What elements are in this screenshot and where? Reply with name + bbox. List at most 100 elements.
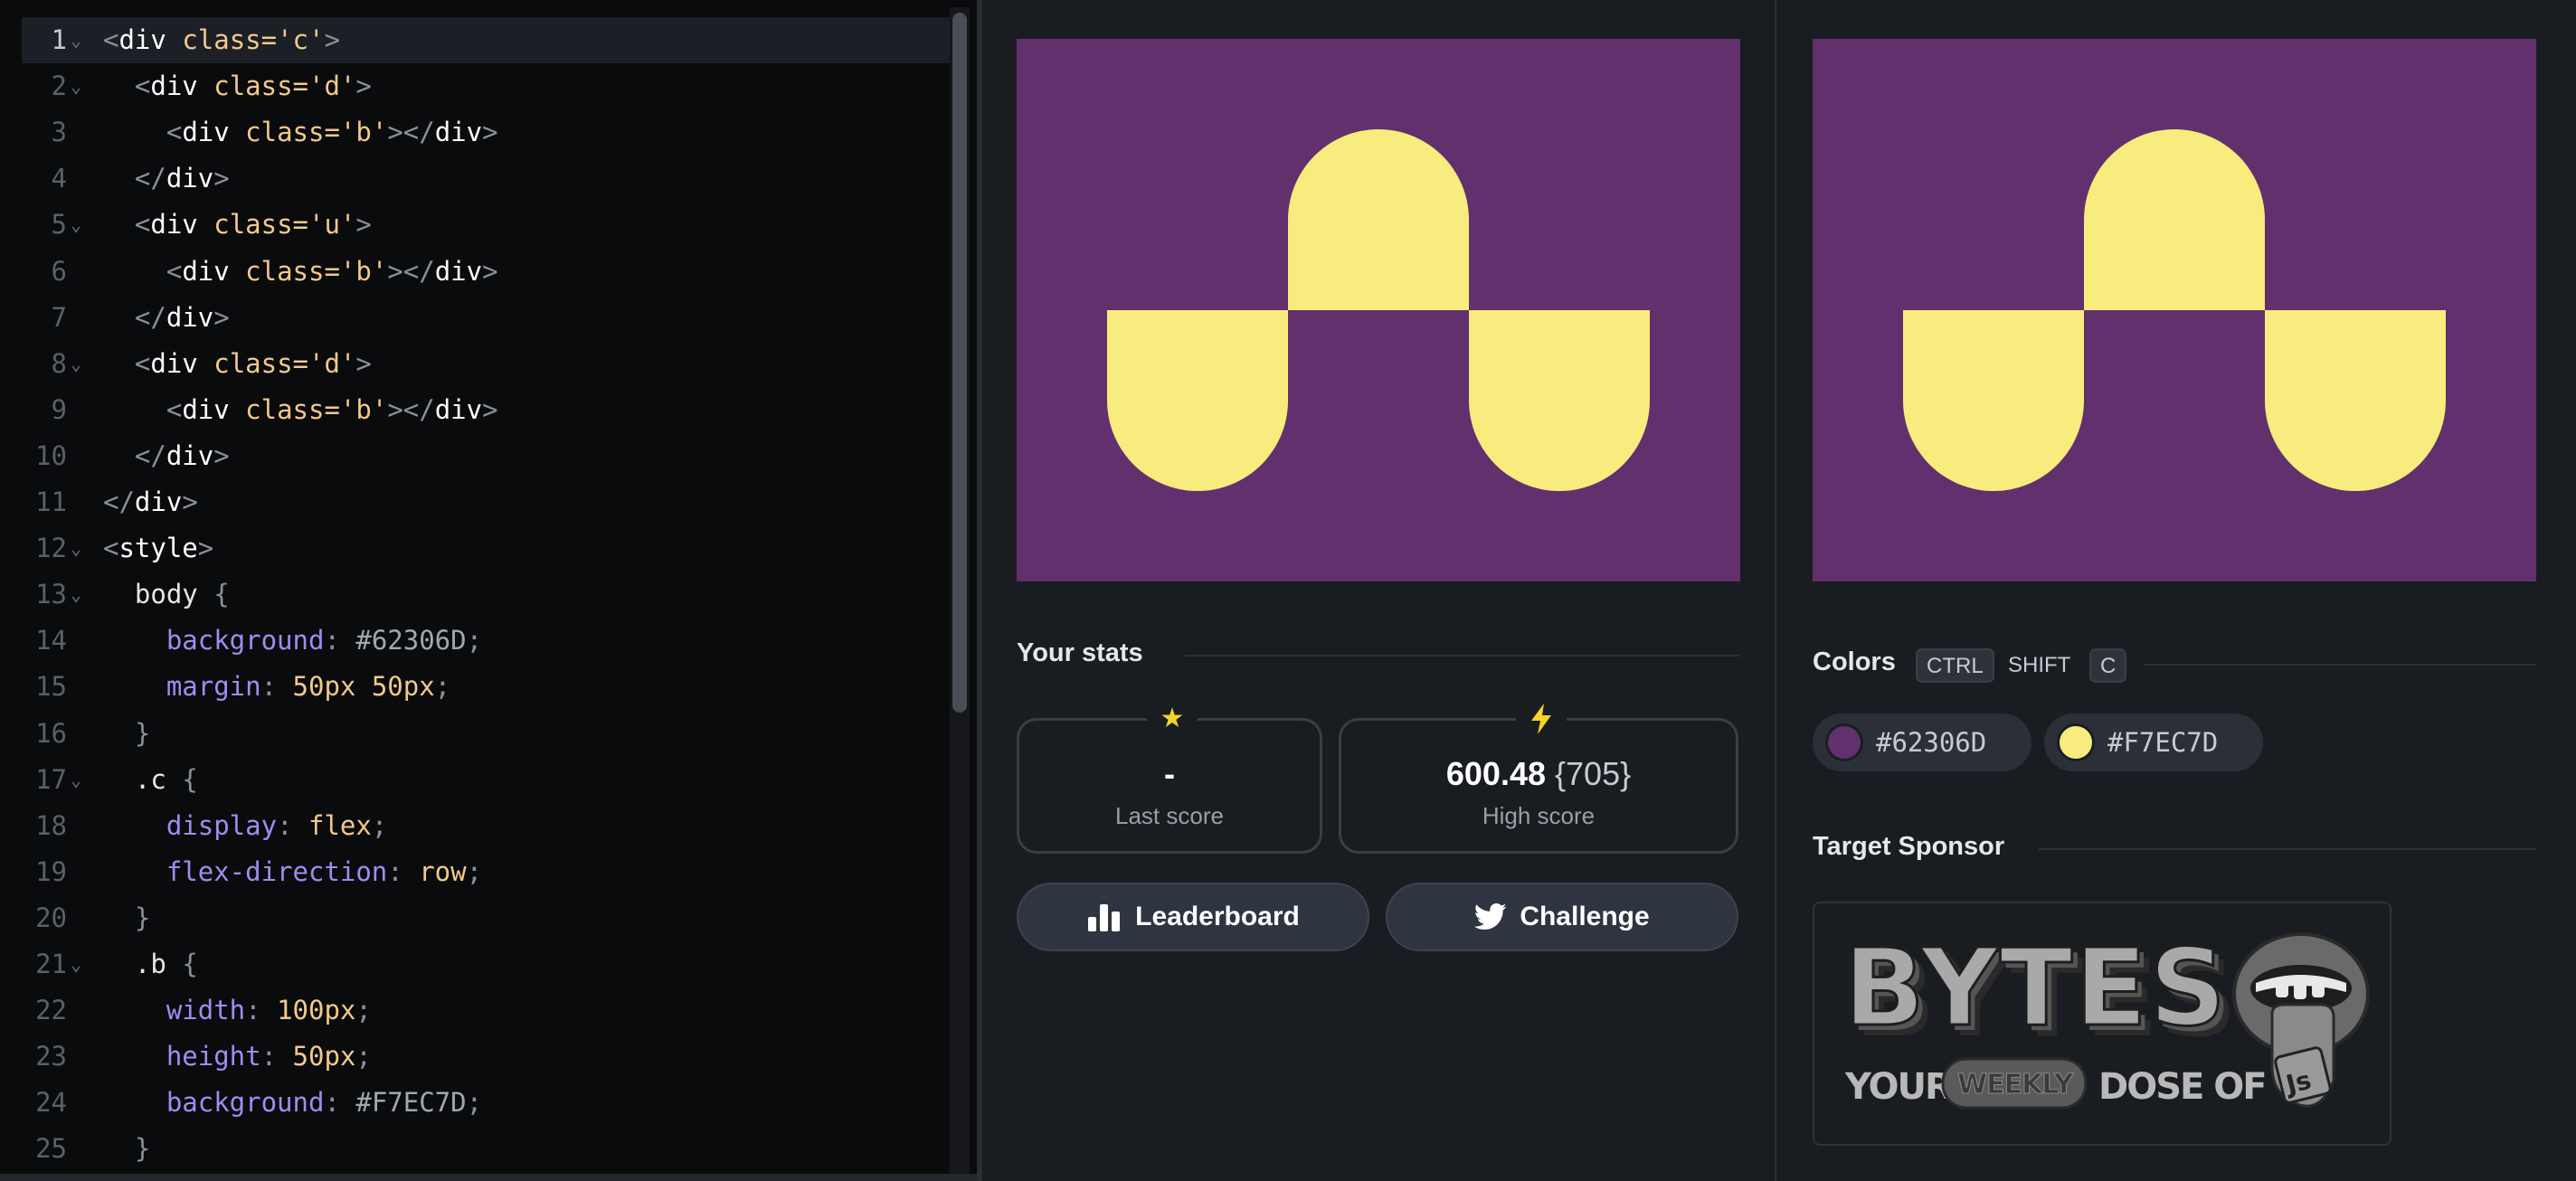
challenge-label: Challenge bbox=[1520, 902, 1650, 931]
code-token: { bbox=[182, 949, 198, 979]
code-line[interactable]: 9 <div class='b'></div> bbox=[22, 387, 953, 433]
fold-chevron-icon[interactable]: ⌄ bbox=[71, 63, 81, 109]
color-hex-yellow: #F7EC7D bbox=[2107, 727, 2219, 758]
code-line[interactable]: 22 width: 100px; bbox=[22, 987, 953, 1034]
output-half-circle-down-right bbox=[1469, 310, 1650, 491]
high-score-card: 600.48 {705} High score bbox=[1339, 699, 1738, 854]
line-number: 16 bbox=[35, 718, 67, 749]
line-number: 11 bbox=[35, 487, 67, 517]
fold-chevron-icon[interactable]: ⌄ bbox=[71, 941, 81, 987]
code-text: display: flex; bbox=[103, 803, 387, 849]
fold-chevron-icon[interactable]: ⌄ bbox=[71, 757, 81, 803]
fold-chevron-icon[interactable]: ⌄ bbox=[71, 572, 81, 618]
code-text: body { bbox=[103, 572, 230, 618]
code-token: 100px bbox=[277, 995, 356, 1025]
code-line[interactable]: 14 background: #62306D; bbox=[22, 618, 953, 664]
code-text: height: 50px; bbox=[103, 1034, 372, 1080]
code-line[interactable]: 8 ⌄ <div class='d'> bbox=[22, 341, 953, 387]
code-line[interactable]: 1 ⌄ <div class='c'> bbox=[22, 17, 953, 63]
code-line[interactable]: 12 ⌄ <style> bbox=[22, 525, 953, 572]
shortcut-key-shift: SHIFT bbox=[2008, 653, 2071, 677]
line-number: 4 bbox=[51, 163, 67, 194]
code-token: </ bbox=[103, 487, 135, 517]
code-line[interactable]: 6 <div class='b'></div> bbox=[22, 249, 953, 295]
code-text: </div> bbox=[103, 433, 230, 479]
output-preview[interactable] bbox=[1017, 39, 1740, 581]
twitter-icon bbox=[1474, 903, 1507, 930]
line-number: 9 bbox=[51, 394, 67, 425]
output-half-circle-up bbox=[1288, 129, 1469, 310]
code-token: ; bbox=[355, 1041, 372, 1072]
code-token: > bbox=[213, 302, 230, 333]
high-score-match: {705} bbox=[1555, 755, 1632, 792]
code-text: <style> bbox=[103, 525, 213, 572]
code-line[interactable]: 3 <div class='b'></div> bbox=[22, 109, 953, 156]
code-token: div bbox=[166, 302, 214, 333]
code-token: 50px 50px bbox=[292, 671, 435, 702]
fold-chevron-icon[interactable]: ⌄ bbox=[71, 202, 81, 248]
editor-scrollbar[interactable] bbox=[952, 13, 967, 713]
color-swatch-yellow[interactable]: #F7EC7D bbox=[2044, 713, 2263, 771]
code-token: < bbox=[103, 24, 119, 55]
code-line[interactable]: 2 ⌄ <div class='d'> bbox=[22, 63, 953, 109]
code-line[interactable]: 10 </div> bbox=[22, 433, 953, 479]
code-line[interactable]: 24 background: #F7EC7D; bbox=[22, 1080, 953, 1126]
code-text: } bbox=[103, 1126, 150, 1172]
editor-horizontal-scroll-track[interactable] bbox=[0, 1174, 977, 1181]
code-token: div bbox=[150, 209, 198, 240]
challenge-button[interactable]: Challenge bbox=[1386, 883, 1738, 951]
code-token: div bbox=[182, 394, 230, 425]
code-token: < bbox=[103, 256, 183, 287]
fold-chevron-icon[interactable]: ⌄ bbox=[71, 525, 81, 572]
code-token: { bbox=[213, 579, 230, 609]
code-token: 'd' bbox=[308, 348, 356, 379]
code-line[interactable]: 18 display: flex; bbox=[22, 803, 953, 849]
fold-chevron-icon[interactable]: ⌄ bbox=[71, 341, 81, 387]
code-text: background: #62306D; bbox=[103, 618, 482, 664]
svg-text:BYTES: BYTES bbox=[1843, 925, 2228, 1050]
code-line[interactable]: 7 </div> bbox=[22, 295, 953, 341]
code-token: : bbox=[324, 1087, 356, 1118]
code-line[interactable]: 19 flex-direction: row; bbox=[22, 849, 953, 895]
code-line[interactable]: 11 </div> bbox=[22, 479, 953, 525]
code-line[interactable]: 25 } bbox=[22, 1126, 953, 1172]
line-number: 17 bbox=[35, 764, 67, 795]
code-token: class= bbox=[197, 348, 308, 379]
code-token: width bbox=[103, 995, 246, 1025]
code-token: ; bbox=[371, 810, 388, 841]
fold-chevron-icon[interactable]: ⌄ bbox=[71, 17, 81, 63]
code-token: < bbox=[103, 394, 183, 425]
sponsor-banner[interactable]: BYTES BYTES BYTES Js YOUR WEEKLY DOSE OF bbox=[1813, 902, 2391, 1146]
code-line[interactable]: 16 } bbox=[22, 711, 953, 757]
code-line[interactable]: 4 </div> bbox=[22, 156, 953, 202]
color-swatch-purple[interactable]: #62306D bbox=[1813, 713, 2031, 771]
code-line[interactable]: 21 ⌄ .b { bbox=[22, 941, 953, 987]
stats-title-rule bbox=[1185, 655, 1740, 657]
line-number: 24 bbox=[35, 1087, 67, 1118]
output-half-circle-down-left bbox=[1107, 310, 1288, 491]
code-text: </div> bbox=[103, 295, 230, 341]
svg-text:YOUR: YOUR bbox=[1844, 1066, 1952, 1108]
code-text: width: 100px; bbox=[103, 987, 372, 1034]
leaderboard-button[interactable]: Leaderboard bbox=[1017, 883, 1369, 951]
code-line[interactable]: 5 ⌄ <div class='u'> bbox=[22, 202, 953, 248]
code-token: .b bbox=[103, 949, 183, 979]
code-token: 50px bbox=[292, 1041, 356, 1072]
line-number: 18 bbox=[35, 810, 67, 841]
editor-resize-handle[interactable] bbox=[977, 0, 982, 1181]
bar-chart-icon bbox=[1088, 904, 1121, 931]
code-text: <div class='c'> bbox=[103, 17, 340, 63]
code-token: div bbox=[118, 24, 166, 55]
code-line[interactable]: 15 margin: 50px 50px; bbox=[22, 664, 953, 710]
code-token: </ bbox=[103, 302, 166, 333]
code-token: < bbox=[103, 348, 151, 379]
code-editor[interactable]: 25 } 24 background: #F7EC7D; 23 height: 50… bbox=[0, 0, 977, 1181]
code-text: margin: 50px 50px; bbox=[103, 664, 450, 710]
code-token: : bbox=[277, 810, 308, 841]
code-line[interactable]: 13 ⌄ body { bbox=[22, 572, 953, 618]
code-line[interactable]: 17 ⌄ .c { bbox=[22, 757, 953, 803]
code-line[interactable]: 23 height: 50px; bbox=[22, 1034, 953, 1080]
code-token: div bbox=[150, 348, 198, 379]
last-score-label: Last score bbox=[1115, 802, 1224, 829]
code-line[interactable]: 20 } bbox=[22, 895, 953, 941]
